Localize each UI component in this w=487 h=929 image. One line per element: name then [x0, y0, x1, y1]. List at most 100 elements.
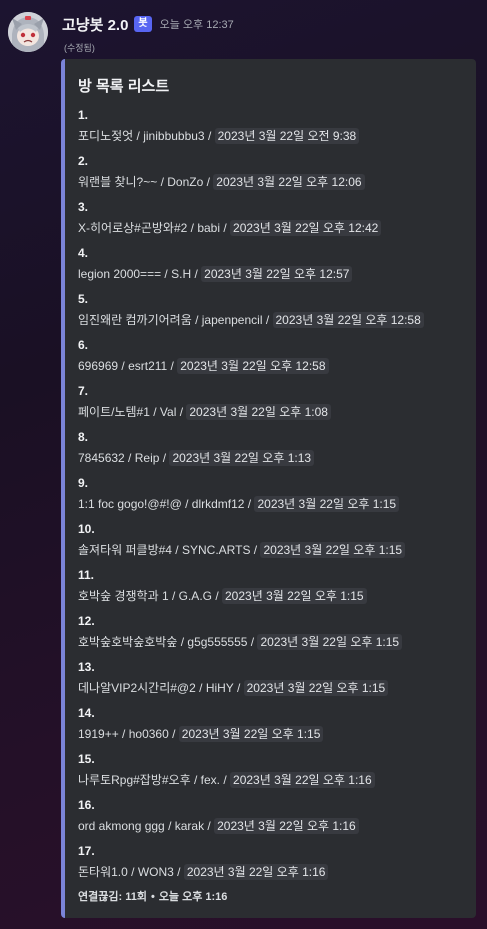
room-owner: DonZo [167, 175, 204, 189]
separator: / [187, 221, 198, 235]
entry-line: 호박숲 경쟁학과 1 / G.A.G / 2023년 3월 22일 오후 1:1… [78, 587, 468, 605]
list-item: 17. 돈타워1.0 / WON3 / 2023년 3월 22일 오후 1:16 [78, 843, 468, 881]
room-name: 7845632 [78, 451, 125, 465]
separator: / [177, 635, 188, 649]
entry-line: 호박숲호박숲호박숲 / g5g555555 / 2023년 3월 22일 오후 … [78, 633, 468, 651]
entry-line: 1919++ / ho0360 / 2023년 3월 22일 오후 1:15 [78, 725, 468, 743]
room-name: X-히어로상#곤방와#2 [78, 221, 188, 235]
entry-line: 696969 / esrt211 / 2023년 3월 22일 오후 12:58 [78, 357, 468, 375]
separator: / [167, 359, 178, 373]
separator: / [181, 497, 192, 511]
room-created-time: 2023년 3월 22일 오후 1:15 [178, 726, 324, 742]
room-created-time: 2023년 3월 22일 오후 1:15 [257, 634, 403, 650]
entry-line: 포디노젖엇 / jinibbubbu3 / 2023년 3월 22일 오전 9:… [78, 127, 468, 145]
entry-number: 5. [78, 292, 89, 306]
room-created-time: 2023년 3월 22일 오후 1:15 [254, 496, 400, 512]
room-created-time: 2023년 3월 22일 오후 12:58 [177, 358, 329, 374]
edited-label: (수정됨) [64, 43, 95, 53]
room-name: 나루토Rpg#잡방#오후 [78, 773, 191, 787]
separator: / [190, 773, 201, 787]
room-owner: S.H [171, 267, 192, 281]
footer-text: 연결끊김: 11회 [78, 891, 147, 903]
bot-avatar[interactable] [8, 12, 48, 52]
room-list-embed: 방 목록 리스트 1. 포디노젖엇 / jinibbubbu3 / 2023년 3… [61, 59, 476, 918]
room-owner: HiHY [205, 681, 234, 695]
entry-number: 4. [78, 246, 89, 260]
room-owner: esrt211 [128, 359, 168, 373]
room-name: 페이트/노템#1 [78, 405, 150, 419]
entry-line: 페이트/노템#1 / Val / 2023년 3월 22일 오후 1:08 [78, 403, 468, 421]
room-owner: ho0360 [128, 727, 169, 741]
list-item: 10. 솔져타워 퍼클방#4 / SYNC.ARTS / 2023년 3월 22일… [78, 521, 468, 559]
entry-number: 3. [78, 200, 89, 214]
room-name: legion 2000=== [78, 267, 162, 281]
separator: / [204, 129, 215, 143]
separator: / [127, 865, 138, 879]
entry-line: X-히어로상#곤방와#2 / babi / 2023년 3월 22일 오후 12… [78, 219, 468, 237]
room-name: 호박숲 경쟁학과 1 [78, 589, 169, 603]
entry-number: 1. [78, 108, 89, 122]
list-item: 16. ord akmong ggg / karak / 2023년 3월 22일… [78, 797, 468, 835]
separator: / [262, 313, 273, 327]
footer-dot: • [150, 891, 155, 903]
room-owner: jinibbubbu3 [143, 129, 205, 143]
list-item: 12. 호박숲호박숲호박숲 / g5g555555 / 2023년 3월 22일 … [78, 613, 468, 651]
room-owner: Reip [134, 451, 160, 465]
room-owner: dlrkdmf12 [191, 497, 245, 511]
entry-number: 9. [78, 476, 89, 490]
bot-badge: 봇 [134, 16, 152, 32]
separator: / [157, 175, 168, 189]
separator: / [124, 451, 135, 465]
room-name: 호박숲호박숲호박숲 [78, 635, 178, 649]
separator: / [161, 267, 172, 281]
entry-line: 임진왜란 컴까기어려움 / japenpencil / 2023년 3월 22일… [78, 311, 468, 329]
separator: / [250, 543, 261, 557]
list-item: 4. legion 2000=== / S.H / 2023년 3월 22일 오후… [78, 245, 468, 283]
room-created-time: 2023년 3월 22일 오후 12:57 [201, 266, 353, 282]
footer-time: 오늘 오후 1:16 [158, 891, 228, 903]
list-item: 14. 1919++ / ho0360 / 2023년 3월 22일 오후 1:1… [78, 705, 468, 743]
room-created-time: 2023년 3월 22일 오후 1:08 [186, 404, 331, 420]
room-name: 1:1 foc gogo!@#!@ [78, 497, 182, 511]
bot-message: 고냥봇 2.0 봇 오늘 오후 12:37 (수정됨) 방 목록 리스트 1. 포… [0, 0, 487, 929]
entry-line: 나루토Rpg#잡방#오후 / fex. / 2023년 3월 22일 오후 1:… [78, 771, 468, 789]
room-owner: SYNC.ARTS [181, 543, 251, 557]
separator: / [220, 221, 231, 235]
room-owner: karak [174, 819, 205, 833]
separator: / [164, 819, 175, 833]
separator: / [173, 865, 184, 879]
room-name: ord akmong ggg [78, 819, 165, 833]
entry-line: 워랜블 찾니?~~ / DonZo / 2023년 3월 22일 오후 12:0… [78, 173, 468, 191]
room-created-time: 2023년 3월 22일 오후 12:58 [272, 312, 424, 328]
embed-footer: 연결끊김: 11회 • 오늘 오후 1:16 [78, 888, 227, 904]
separator: / [247, 635, 258, 649]
separator: / [118, 727, 129, 741]
embed-title: 방 목록 리스트 [78, 78, 170, 95]
separator: / [191, 267, 202, 281]
separator: / [191, 313, 202, 327]
list-item: 5. 임진왜란 컴까기어려움 / japenpencil / 2023년 3월 2… [78, 291, 468, 329]
room-owner: WON3 [137, 865, 174, 879]
list-item: 6. 696969 / esrt211 / 2023년 3월 22일 오후 12:… [78, 337, 468, 375]
entry-number: 13. [78, 660, 95, 674]
entry-line: 7845632 / Reip / 2023년 3월 22일 오후 1:13 [78, 449, 468, 467]
room-name: 1919++ [78, 727, 119, 741]
separator: / [244, 497, 255, 511]
list-item: 2. 워랜블 찾니?~~ / DonZo / 2023년 3월 22일 오후 12… [78, 153, 468, 191]
room-created-time: 2023년 3월 22일 오후 12:42 [230, 220, 382, 236]
separator: / [118, 359, 129, 373]
list-item: 11. 호박숲 경쟁학과 1 / G.A.G / 2023년 3월 22일 오후 … [78, 567, 468, 605]
room-created-time: 2023년 3월 22일 오후 1:16 [230, 772, 375, 788]
entry-number: 17. [78, 844, 95, 858]
separator: / [133, 129, 144, 143]
room-owner: g5g555555 [187, 635, 248, 649]
room-owner: fex. [200, 773, 221, 787]
separator: / [211, 589, 222, 603]
entry-number: 10. [78, 522, 95, 536]
room-name: 솔져타워 퍼클방#4 [78, 543, 172, 557]
message-timestamp[interactable]: 오늘 오후 12:37 [160, 16, 234, 32]
entry-number: 6. [78, 338, 89, 352]
room-name: 돈타워1.0 [78, 865, 128, 879]
room-owner: Val [159, 405, 177, 419]
bot-username[interactable]: 고냥봇 2.0 [62, 14, 128, 35]
